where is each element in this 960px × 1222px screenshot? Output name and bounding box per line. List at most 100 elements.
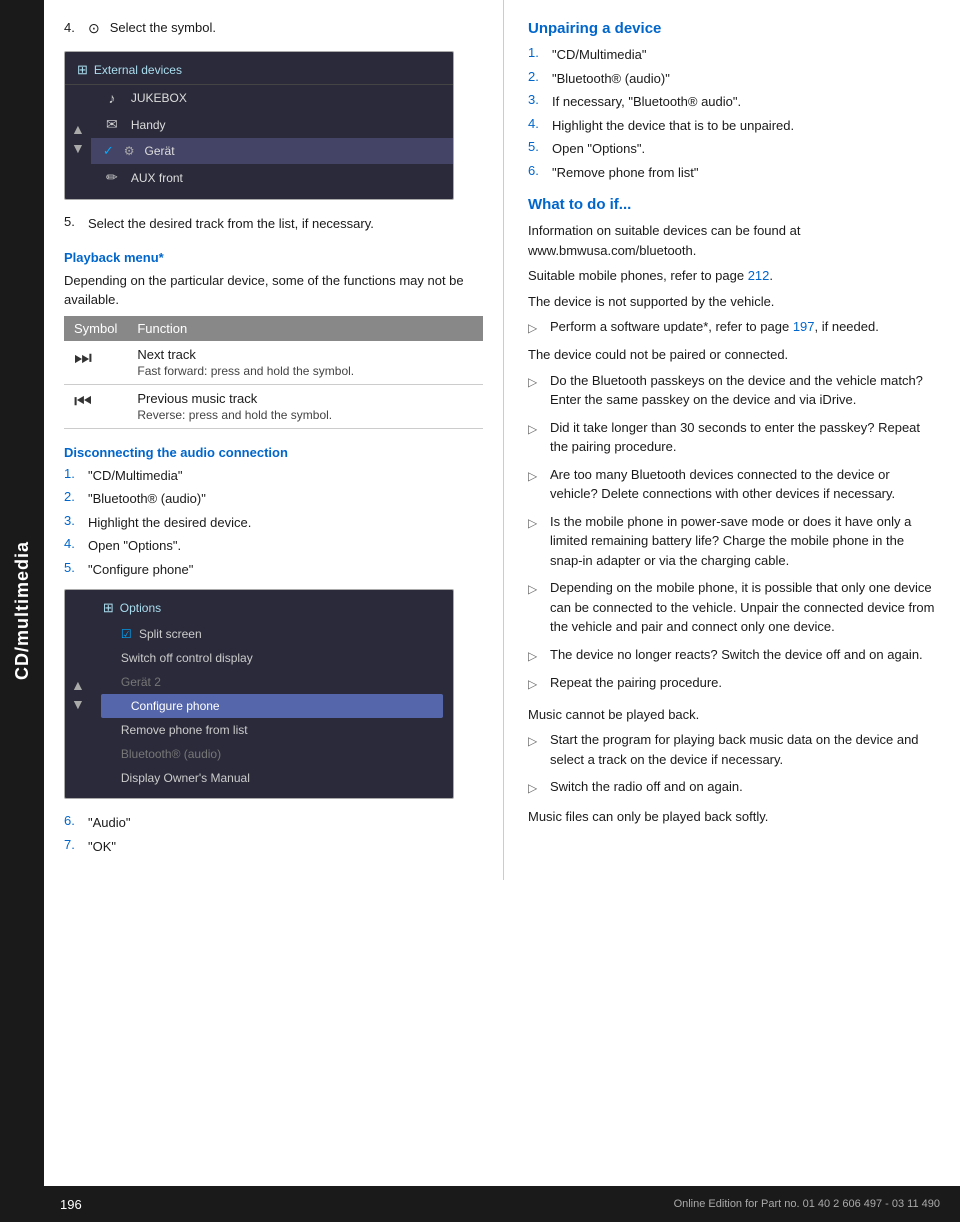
bullet-arrow-8: ▷	[528, 675, 542, 693]
prev-track-cell: Previous music track Reverse: press and …	[127, 384, 483, 428]
u-step2-num: 2.	[528, 69, 546, 89]
device-item-gerat: ✓ ⚙ Gerät	[91, 138, 453, 164]
step5-num: 5.	[64, 214, 82, 234]
bullet-arrow-4: ▷	[528, 467, 542, 504]
sidebar: CD/multimedia	[0, 0, 44, 1222]
d-step4-text: Open "Options".	[88, 536, 483, 556]
bullet-passkeys: ▷ Do the Bluetooth passkeys on the devic…	[528, 371, 940, 410]
bullet-too-many: ▷ Are too many Bluetooth devices connect…	[528, 465, 940, 504]
prev-track-label: Previous music track	[137, 391, 473, 406]
u-step1-text: "CD/Multimedia"	[552, 45, 940, 65]
bullet-arrow-3: ▷	[528, 420, 542, 457]
options-nav-controls: ▲ ▼	[65, 673, 91, 716]
u-step5-text: Open "Options".	[552, 139, 940, 159]
d-step1-num: 1.	[64, 466, 82, 486]
post-step7-num: 7.	[64, 837, 82, 857]
device-item-jukebox: ♪ JUKEBOX	[91, 85, 453, 111]
unpairing-step-6: 6. "Remove phone from list"	[528, 163, 940, 183]
handy-label: Handy	[131, 118, 166, 132]
next-track-sub: Fast forward: press and hold the symbol.	[137, 364, 473, 378]
page-212-link[interactable]: 212	[748, 268, 770, 283]
bullet-text-4: Are too many Bluetooth devices connected…	[550, 465, 940, 504]
bullet-text-5: Is the mobile phone in power-save mode o…	[550, 512, 940, 571]
u-step3-text: If necessary, "Bluetooth® audio".	[552, 92, 940, 112]
post-step-7: 7. "OK"	[64, 837, 483, 857]
device-screenshot: ⊞ External devices ▲ ▼ ♪ JUKEBOX ✉ Handy	[64, 51, 454, 200]
u-step2-text: "Bluetooth® (audio)"	[552, 69, 940, 89]
footer-text: Online Edition for Part no. 01 40 2 606 …	[674, 1198, 940, 1210]
bullet-arrow-5: ▷	[528, 514, 542, 571]
d-step3-num: 3.	[64, 513, 82, 533]
u-step6-text: "Remove phone from list"	[552, 163, 940, 183]
device-list: ♪ JUKEBOX ✉ Handy ✓ ⚙ Gerät ✏ AUX fron	[91, 85, 453, 191]
device-screenshot-header: ⊞ External devices	[65, 60, 453, 85]
d-step1-text: "CD/Multimedia"	[88, 466, 483, 486]
aux-icon: ✏	[103, 169, 121, 186]
table-header-function: Function	[127, 316, 483, 341]
post-step6-num: 6.	[64, 813, 82, 833]
prev-track-symbol: ⏮	[64, 384, 127, 428]
bullet-power-save: ▷ Is the mobile phone in power-save mode…	[528, 512, 940, 571]
u-step6-num: 6.	[528, 163, 546, 183]
footer: 196 Online Edition for Part no. 01 40 2 …	[0, 1186, 960, 1222]
unpairing-heading: Unpairing a device	[528, 20, 940, 37]
unpairing-step-4: 4. Highlight the device that is to be un…	[528, 116, 940, 136]
bullet-text-2: Do the Bluetooth passkeys on the device …	[550, 371, 940, 410]
para1: Information on suitable devices can be f…	[528, 221, 940, 260]
u-step1-num: 1.	[528, 45, 546, 65]
bullet-arrow-10: ▷	[528, 779, 542, 797]
handy-icon: ✉	[103, 116, 121, 133]
options-header-label: Options	[120, 601, 161, 615]
para6: Music files can only be played back soft…	[528, 807, 940, 827]
playback-desc: Depending on the particular device, some…	[64, 271, 483, 310]
main-content: 4. ⊙ Select the symbol. ⊞ External devic…	[44, 0, 960, 880]
step4-text: Select the symbol.	[110, 20, 216, 35]
symbol-icon: ⊙	[88, 20, 100, 37]
para5: Music cannot be played back.	[528, 705, 940, 725]
playback-table: Symbol Function ⏭ Next track Fast forwar…	[64, 316, 483, 429]
disconnect-heading: Disconnecting the audio connection	[64, 445, 483, 460]
para3: The device is not supported by the vehic…	[528, 292, 940, 312]
page-197-link[interactable]: 197	[793, 319, 815, 334]
table-row-next: ⏭ Next track Fast forward: press and hol…	[64, 341, 483, 385]
prev-track-sub: Reverse: press and hold the symbol.	[137, 408, 473, 422]
bullet-arrow-1: ▷	[528, 319, 542, 337]
unpairing-step-1: 1. "CD/Multimedia"	[528, 45, 940, 65]
step-5: 5. Select the desired track from the lis…	[64, 214, 483, 234]
sidebar-label: CD/multimedia	[12, 541, 33, 680]
bullet-arrow-6: ▷	[528, 580, 542, 637]
bullet-software-update: ▷ Perform a software update*, refer to p…	[528, 317, 940, 337]
step-4-line: 4. ⊙ Select the symbol.	[64, 20, 483, 37]
bullet-arrow-2: ▷	[528, 373, 542, 410]
check-icon: ✓	[103, 143, 114, 159]
split-check-icon: ☑	[121, 627, 132, 641]
up-arrow-icon: ▲	[71, 121, 85, 137]
bullet-text-1: Perform a software update*, refer to pag…	[550, 317, 940, 337]
external-devices-icon: ⊞	[77, 62, 88, 78]
options-up-arrow: ▲	[71, 677, 85, 693]
options-remove-phone: Remove phone from list	[91, 718, 453, 742]
options-split-screen: ☑ Split screen	[91, 622, 453, 646]
u-step3-num: 3.	[528, 92, 546, 112]
aux-label: AUX front	[131, 171, 183, 185]
bullet-repeat: ▷ Repeat the pairing procedure.	[528, 673, 940, 693]
bullet-arrow-9: ▷	[528, 732, 542, 769]
u-step4-num: 4.	[528, 116, 546, 136]
disconnect-step-1: 1. "CD/Multimedia"	[64, 466, 483, 486]
jukebox-label: JUKEBOX	[131, 91, 187, 105]
para4: The device could not be paired or connec…	[528, 345, 940, 365]
d-step5-num: 5.	[64, 560, 82, 580]
disconnect-step-3: 3. Highlight the desired device.	[64, 513, 483, 533]
options-display-manual: Display Owner's Manual	[91, 766, 453, 790]
next-track-symbol: ⏭	[64, 341, 127, 385]
d-step2-num: 2.	[64, 489, 82, 509]
bullet-start-program: ▷ Start the program for playing back mus…	[528, 730, 940, 769]
jukebox-icon: ♪	[103, 90, 121, 106]
device-item-aux: ✏ AUX front	[91, 164, 453, 191]
bullet-no-react: ▷ The device no longer reacts? Switch th…	[528, 645, 940, 665]
next-track-cell: Next track Fast forward: press and hold …	[127, 341, 483, 385]
bullet-switch-radio: ▷ Switch the radio off and on again.	[528, 777, 940, 797]
d-step5-text: "Configure phone"	[88, 560, 483, 580]
u-step5-num: 5.	[528, 139, 546, 159]
unpairing-step-3: 3. If necessary, "Bluetooth® audio".	[528, 92, 940, 112]
